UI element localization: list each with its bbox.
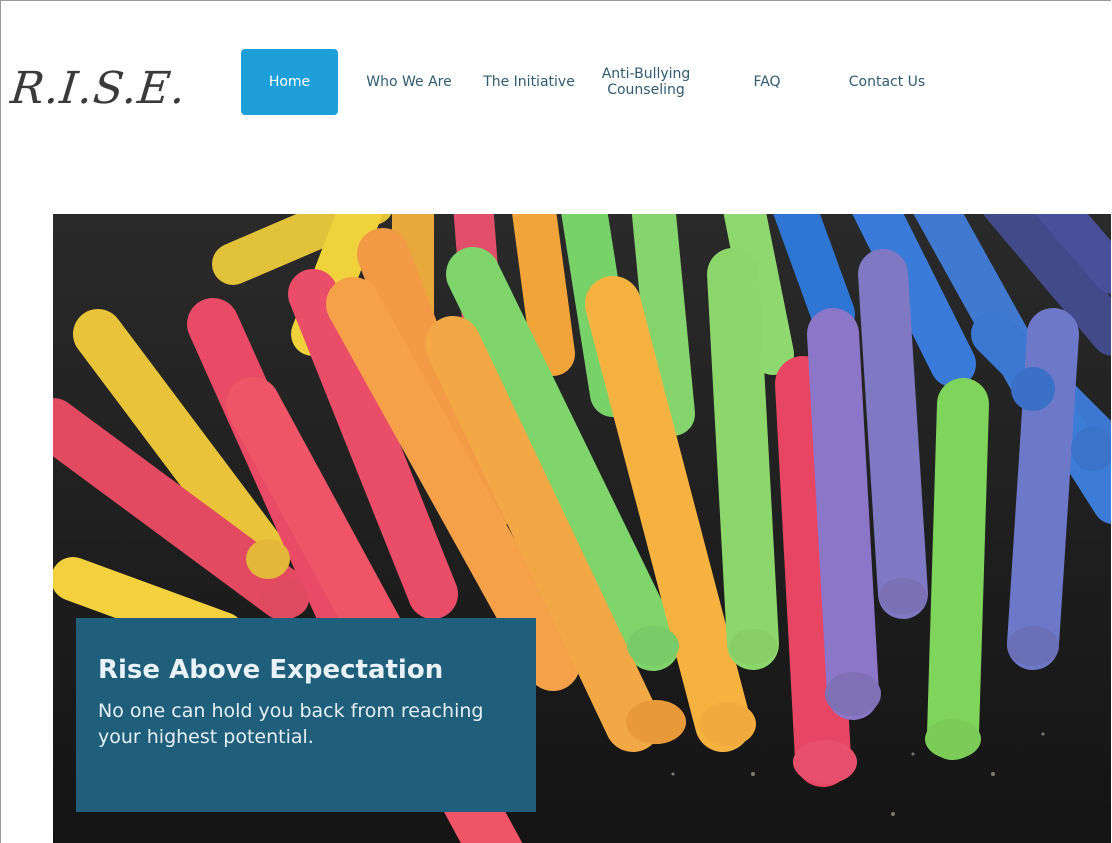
nav-item-contact-us[interactable]: Contact Us (831, 49, 943, 115)
nav-item-faq[interactable]: FAQ (719, 49, 815, 115)
hero-caption-text: No one can hold you back from reaching y… (98, 700, 484, 748)
hero-caption-title: Rise Above Expectation (98, 655, 444, 685)
nav-item-the-initiative[interactable]: The Initiative (474, 49, 584, 115)
nav-item-home[interactable]: Home (241, 49, 338, 115)
site-logo[interactable]: R.I.S.E. (8, 63, 189, 114)
hero-caption-box: Rise Above Expectation No one can hold y… (76, 618, 536, 812)
page-frame: R.I.S.E. Home Who We Are The Initiative … (0, 0, 1111, 843)
nav-item-anti-bullying-counseling[interactable]: Anti-Bullying Counseling (591, 49, 701, 115)
nav-item-who-we-are[interactable]: Who We Are (349, 49, 469, 115)
